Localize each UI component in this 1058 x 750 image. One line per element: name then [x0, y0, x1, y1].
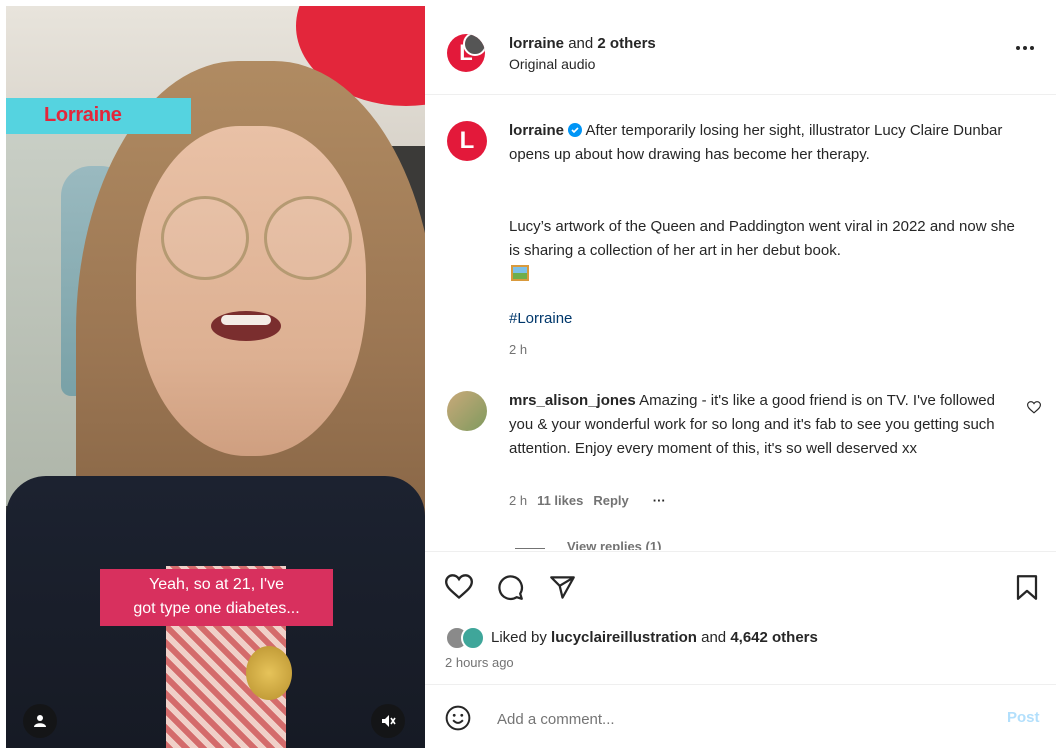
comment-time[interactable]: 2 h: [509, 493, 527, 508]
like-button[interactable]: [445, 574, 473, 600]
header-others[interactable]: 2 others: [597, 35, 655, 52]
framed-picture-emoji-icon: [511, 265, 529, 281]
comment-likes[interactable]: 11 likes: [537, 493, 583, 508]
post-details-panel: L lorraine and 2 others Original audio L…: [425, 6, 1056, 748]
emoji-button[interactable]: [445, 705, 471, 731]
post-time-ago[interactable]: 2 hours ago: [445, 655, 514, 670]
caption-avatar[interactable]: L: [447, 121, 487, 161]
heart-outline-icon: [1027, 401, 1041, 414]
caption-text-1: After temporarily losing her sight, illu…: [509, 122, 1003, 163]
liked-by-text: Liked by lucyclaireillustration and 4,64…: [491, 626, 818, 650]
view-replies-line: [515, 548, 545, 549]
save-button[interactable]: [1015, 574, 1039, 601]
heart-icon: [445, 574, 473, 600]
show-logo: Lorraine: [44, 104, 122, 126]
liked-and: and: [696, 629, 731, 646]
post-actions: Liked by lucyclaireillustration and 4,64…: [425, 551, 1056, 687]
comment-meta: 2 h 11 likes Reply ···: [509, 493, 666, 508]
comments-scroll-area[interactable]: L lorraine After temporarily losing her …: [425, 95, 1056, 550]
comment-block: mrs_alison_jones Amazing - it's like a g…: [509, 389, 1009, 461]
hashtag-link[interactable]: #Lorraine: [509, 307, 572, 331]
add-comment-bar: Post: [425, 684, 1056, 749]
paper-plane-icon: [550, 576, 575, 599]
header-and: and: [564, 35, 598, 52]
glasses-left-lens: [161, 196, 249, 280]
comment-username[interactable]: mrs_alison_jones: [509, 392, 636, 409]
comment-like-button[interactable]: [1027, 401, 1041, 414]
glasses-right-lens: [264, 196, 352, 280]
comment-input[interactable]: [495, 705, 959, 733]
verified-badge-icon: [568, 123, 583, 137]
muted-speaker-icon: [382, 715, 396, 727]
subtitle-line-2: got type one diabetes...: [133, 600, 300, 617]
caption-username[interactable]: lorraine: [509, 122, 564, 139]
view-replies-button[interactable]: View replies (1): [567, 539, 661, 550]
post-comment-button[interactable]: Post: [1007, 709, 1040, 726]
presenter-face: [136, 126, 366, 456]
comment-reply-button[interactable]: Reply: [593, 493, 628, 508]
header-usernames: lorraine and 2 others: [509, 32, 656, 56]
header-avatar[interactable]: L: [447, 34, 485, 72]
caption-text-2: Lucy’s artwork of the Queen and Paddingt…: [509, 218, 1015, 259]
bookmark-icon: [1016, 575, 1038, 600]
share-button[interactable]: [549, 574, 576, 601]
instagram-post-modal: Lorraine Yeah, so at 21, I've got type o…: [0, 0, 1058, 750]
liked-by-row: Liked by lucyclaireillustration and 4,64…: [445, 626, 818, 650]
tagged-people-button[interactable]: [23, 704, 57, 738]
more-options-button[interactable]: [1015, 38, 1035, 58]
header-username[interactable]: lorraine: [509, 35, 564, 52]
video-player[interactable]: Lorraine Yeah, so at 21, I've got type o…: [6, 6, 425, 748]
comment-button[interactable]: [497, 574, 524, 601]
video-subtitle: Yeah, so at 21, I've got type one diabet…: [100, 569, 333, 626]
mute-button[interactable]: [371, 704, 405, 738]
liker-avatar-2: [461, 626, 485, 650]
caption-block: lorraine After temporarily losing her si…: [509, 119, 1029, 167]
presenter-teeth: [221, 315, 271, 325]
comment-more-button[interactable]: ···: [653, 493, 666, 508]
original-audio-link[interactable]: Original audio: [509, 56, 595, 72]
commenter-avatar[interactable]: [447, 391, 487, 431]
caption-time[interactable]: 2 h: [509, 342, 527, 357]
smiley-icon: [445, 705, 471, 731]
liked-by-label: Liked by: [491, 629, 552, 646]
lorraine-logo-icon: L: [459, 127, 475, 154]
more-options-icon: [1016, 46, 1034, 50]
post-header: L lorraine and 2 others Original audio: [425, 6, 1056, 95]
person-icon: [34, 715, 46, 727]
liked-others-link[interactable]: 4,642 others: [730, 629, 818, 646]
liked-user-link[interactable]: lucyclaireillustration: [551, 629, 697, 646]
subtitle-line-1: Yeah, so at 21, I've: [148, 576, 284, 593]
collaborator-avatar: [463, 34, 485, 56]
comment-bubble-icon: [498, 575, 524, 601]
presenter-pendant: [246, 646, 292, 700]
